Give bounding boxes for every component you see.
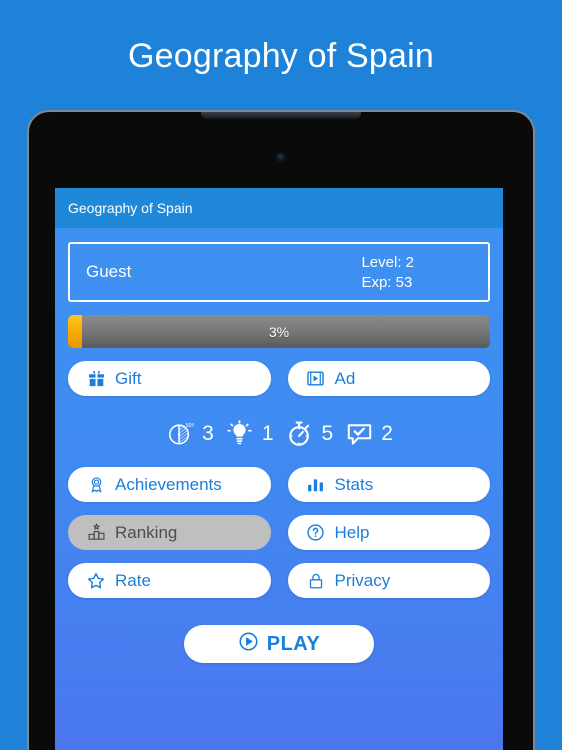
play-circle-icon [238,631,259,657]
speaker-notch-icon [201,112,361,119]
svg-text:50%: 50% [185,422,193,428]
ad-button[interactable]: Ad [287,361,490,396]
powerups-row: 50% 3 [68,412,490,454]
device-screen: Geography of Spain Guest Level: 2 Exp: 5… [55,188,503,750]
powerup-time-count: 5 [321,421,334,445]
profile-exp: Exp: 53 [361,273,413,291]
play-button-label: PLAY [266,632,321,655]
privacy-button[interactable]: Privacy [287,563,490,598]
ranking-help-row: Ranking Help [68,515,490,550]
exp-progress-label: 3% [268,323,290,340]
app-content: Guest Level: 2 Exp: 53 3% Gift Ad 50 3 1… [55,242,503,663]
profile-level: Level: 2 [361,253,414,271]
star-icon [86,571,106,591]
powerup-fifty-fifty[interactable]: 50% 3 [165,418,214,448]
gift-icon [86,369,106,389]
achievements-stats-row: Achievements Stats [68,467,490,502]
question-circle-icon [306,523,326,543]
powerup-answer-count: 2 [381,421,393,445]
award-icon [86,475,106,495]
ad-button-label: Ad [334,368,356,388]
powerup-fifty-fifty-count: 3 [202,421,214,445]
promo-banner: Geography of Spain [0,0,562,112]
achievements-button[interactable]: Achievements [68,467,271,502]
powerup-hint[interactable]: 1 [225,418,274,448]
camera-dot-icon [277,154,285,161]
banner-title: Geography of Spain [127,36,435,75]
rewards-row: Gift Ad [68,361,490,396]
exp-progress-bar: 3% [68,315,490,348]
privacy-button-label: Privacy [334,570,391,590]
profile-stats: Level: 2 Exp: 53 [361,255,472,290]
play-row: PLAY [68,625,490,663]
rate-privacy-row: Rate Privacy [68,563,490,598]
rate-button[interactable]: Rate [68,563,271,598]
answer-bubble-icon [344,418,374,448]
ranking-button[interactable]: Ranking [68,515,271,550]
powerup-answer[interactable]: 2 [344,418,393,448]
app-bar: Geography of Spain [55,188,503,228]
app-bar-title: Geography of Spain [68,200,193,216]
screenshot-root: Geography of Spain Geography of Spain Gu… [0,0,562,750]
powerup-time[interactable]: 5 [285,418,334,448]
gift-button[interactable]: Gift [68,361,271,396]
help-button-label: Help [334,522,370,542]
stats-button-label: Stats [334,474,374,494]
lock-icon [306,571,326,591]
stopwatch-icon [285,418,315,448]
lightbulb-icon [225,418,255,448]
stats-button[interactable]: Stats [287,467,490,502]
fifty-fifty-icon: 50% [165,418,195,448]
help-button[interactable]: Help [287,515,490,550]
profile-card[interactable]: Guest Level: 2 Exp: 53 [68,242,490,302]
bar-chart-icon [306,475,326,495]
tablet-device-frame: Geography of Spain Guest Level: 2 Exp: 5… [29,112,533,750]
powerup-hint-count: 1 [261,421,274,445]
video-ad-icon [306,369,326,389]
gift-button-label: Gift [115,368,142,388]
achievements-button-label: Achievements [115,474,222,494]
podium-icon [86,523,106,543]
ranking-button-label: Ranking [115,522,178,542]
play-button[interactable]: PLAY [184,625,374,663]
rate-button-label: Rate [115,570,151,590]
profile-name: Guest [86,262,132,281]
